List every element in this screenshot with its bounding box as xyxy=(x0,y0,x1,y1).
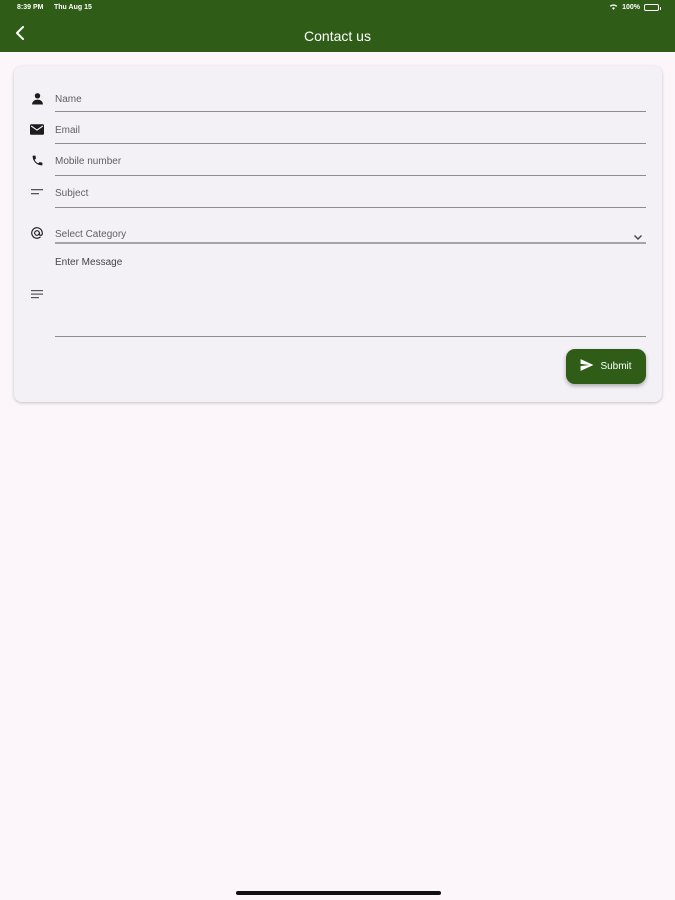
message-underline xyxy=(55,336,646,337)
email-input[interactable] xyxy=(55,119,646,141)
email-underline xyxy=(55,143,646,144)
mail-icon xyxy=(28,120,46,138)
subject-input[interactable] xyxy=(55,182,646,204)
contact-form-card: Select Category Enter Message Submit xyxy=(14,66,662,402)
send-icon xyxy=(580,359,594,374)
short-text-icon xyxy=(28,183,46,201)
phone-icon xyxy=(28,151,46,169)
at-icon xyxy=(28,224,46,242)
status-indicators: 100% xyxy=(609,3,661,12)
category-underline xyxy=(55,242,646,244)
home-indicator xyxy=(236,891,441,895)
submit-button[interactable]: Submit xyxy=(566,349,646,384)
name-field xyxy=(14,88,662,120)
notes-icon xyxy=(28,285,46,303)
status-time: 8:39 PM xyxy=(17,4,44,11)
battery-icon xyxy=(644,4,661,11)
message-textarea[interactable] xyxy=(55,273,646,335)
page-title: Contact us xyxy=(304,28,371,44)
mobile-field xyxy=(14,150,662,182)
wifi-icon xyxy=(609,3,618,12)
person-icon xyxy=(28,89,46,107)
status-date: Thu Aug 15 xyxy=(54,4,92,11)
category-select-value: Select Category xyxy=(55,229,127,240)
email-field xyxy=(14,119,662,151)
mobile-underline xyxy=(55,175,646,176)
subject-field xyxy=(14,182,662,214)
status-bar: 8:39 PM Thu Aug 15 100% xyxy=(0,0,675,16)
mobile-input[interactable] xyxy=(55,150,646,172)
name-underline xyxy=(55,111,646,112)
battery-percent: 100% xyxy=(622,4,640,11)
app-bar: 8:39 PM Thu Aug 15 100% Contact us xyxy=(0,0,675,52)
name-input[interactable] xyxy=(55,88,646,110)
category-dropdown[interactable]: Select Category xyxy=(14,224,662,256)
subject-underline xyxy=(55,207,646,208)
message-label: Enter Message xyxy=(55,257,123,268)
submit-label: Submit xyxy=(600,361,632,372)
